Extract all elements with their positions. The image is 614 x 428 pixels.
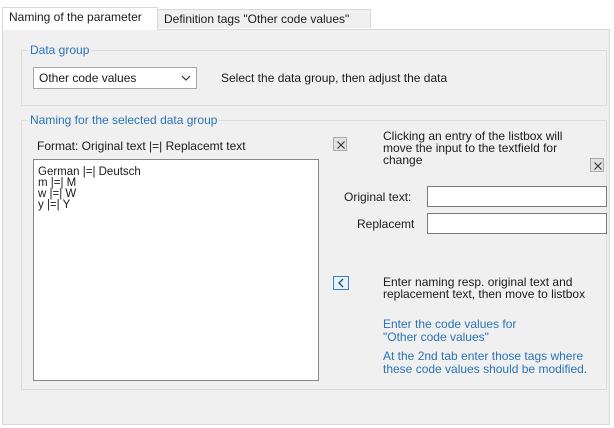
close-icon <box>337 141 345 149</box>
original-text-input[interactable] <box>427 186 607 207</box>
data-group-hint: Select the data group, then adjust the d… <box>221 71 448 85</box>
info-second-tab: At the 2nd tab enter those tags where th… <box>383 349 588 376</box>
chevron-down-icon <box>180 71 192 85</box>
tab-label: Naming of the parameter <box>9 10 142 24</box>
replacement-label: Replacemt <box>357 217 415 231</box>
data-group-select[interactable]: Other code values <box>33 67 197 89</box>
move-hint: Enter naming resp. original text and rep… <box>383 275 586 301</box>
chevron-left-icon <box>338 278 344 288</box>
data-group-legend: Data group <box>28 43 92 57</box>
data-group-selected-value: Other code values <box>39 71 137 85</box>
tab-strip: Naming of the parameter Definition tags … <box>2 7 612 30</box>
tab-naming-of-parameter[interactable]: Naming of the parameter <box>2 7 158 30</box>
info-code-values: Enter the code values for "Other code va… <box>383 317 517 344</box>
replacement-input[interactable] <box>427 213 607 234</box>
tab-definition-tags[interactable]: Definition tags "Other code values" <box>157 9 371 28</box>
move-to-listbox-button[interactable] <box>333 276 349 290</box>
close-icon <box>594 162 602 170</box>
naming-group-legend: Naming for the selected data group <box>28 113 220 127</box>
click-hint: Clicking an entry of the listbox will mo… <box>383 129 563 167</box>
tab-label: Definition tags "Other code values" <box>164 12 350 26</box>
list-item[interactable]: y |=| Y <box>35 199 141 211</box>
clear-list-button[interactable] <box>333 137 347 151</box>
naming-listbox[interactable]: German |=| Deutsch m |=| M w |=| W y |=|… <box>33 159 319 381</box>
format-label: Format: Original text |=| Replacemt text <box>37 139 246 153</box>
original-text-label: Original text: <box>344 190 412 204</box>
clear-input-button[interactable] <box>590 158 604 172</box>
